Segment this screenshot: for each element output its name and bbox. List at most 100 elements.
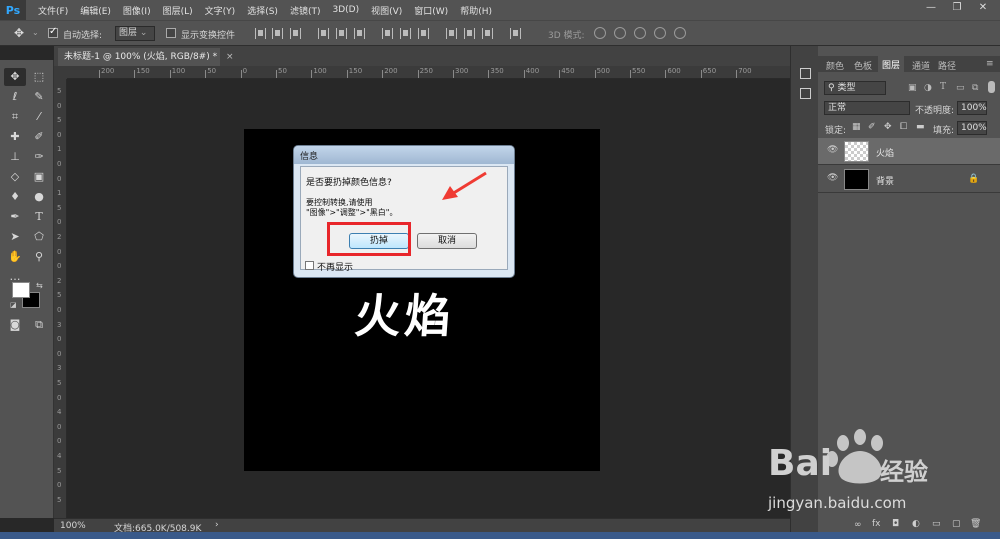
menu-view[interactable]: 视图(V) (371, 4, 402, 17)
blur-tool-icon[interactable]: ♦ (4, 188, 26, 206)
layer-name[interactable]: 火焰 (876, 146, 894, 159)
tab-channels[interactable]: 通道 (912, 59, 930, 72)
filter-adjustment-icon[interactable]: ◑ (924, 83, 932, 93)
menu-filter[interactable]: 滤镜(T) (290, 4, 321, 17)
show-transform-checkbox[interactable] (166, 28, 176, 38)
path-select-tool-icon[interactable]: ➤ (4, 228, 26, 246)
minimize-button[interactable]: — (922, 2, 940, 17)
blend-mode-dropdown[interactable]: 正常 (824, 101, 910, 115)
clone-stamp-tool-icon[interactable]: ⊥ (4, 148, 26, 166)
quick-select-tool-icon[interactable]: ✎ (28, 88, 50, 106)
hand-tool-icon[interactable]: ✋ (4, 248, 26, 266)
delete-layer-icon[interactable]: 🗑 (970, 519, 981, 529)
lock-all-icon[interactable]: ▬ (916, 122, 925, 132)
align-top-icon[interactable] (255, 28, 266, 39)
swap-colors-icon[interactable]: ⇆ (36, 281, 43, 290)
distribute-top-icon[interactable] (382, 28, 393, 39)
close-tab-icon[interactable]: × (226, 52, 234, 62)
menu-file[interactable]: 文件(F) (38, 4, 68, 17)
tool-preset-chevron-icon[interactable]: ⌄ (32, 28, 39, 37)
3d-roll-icon[interactable] (614, 27, 626, 39)
filter-toggle-icon[interactable] (988, 81, 995, 93)
tab-color[interactable]: 颜色 (826, 59, 844, 72)
distribute-left-icon[interactable] (446, 28, 457, 39)
distribute-hcenter-icon[interactable] (464, 28, 475, 39)
auto-select-dropdown[interactable]: 图层 ⌄ (115, 26, 155, 41)
maximize-button[interactable]: ❐ (948, 2, 966, 17)
menu-3d[interactable]: 3D(D) (332, 5, 359, 15)
layer-name[interactable]: 背景 (876, 174, 894, 187)
dont-show-again-checkbox[interactable] (305, 261, 314, 270)
fill-input[interactable]: 100% (957, 121, 987, 135)
history-panel-icon[interactable] (800, 88, 811, 99)
filter-pixel-icon[interactable]: ▣ (908, 83, 917, 93)
quick-mask-icon[interactable]: ◙ (4, 316, 26, 334)
healing-brush-tool-icon[interactable]: ✚ (4, 128, 26, 146)
vertical-ruler[interactable]: 5 0 5 0 1 0 0 1 5 0 2 0 0 2 5 0 3 0 0 3 5 0 4 0 0 4 5 0 5 (54, 79, 67, 518)
cancel-button[interactable]: 取消 (417, 233, 477, 249)
default-colors-icon[interactable]: ◪ (10, 301, 17, 309)
layer-row-fire[interactable]: 👁 火焰 (818, 138, 1000, 165)
menu-edit[interactable]: 编辑(E) (80, 4, 111, 17)
marquee-tool-icon[interactable]: ⬚ (28, 68, 50, 86)
visibility-eye-icon[interactable]: 👁 (827, 174, 838, 183)
fx-icon[interactable]: fx (872, 519, 881, 529)
menu-window[interactable]: 窗口(W) (414, 4, 448, 17)
distribute-vcenter-icon[interactable] (400, 28, 411, 39)
dodge-tool-icon[interactable]: ● (28, 188, 50, 206)
align-bottom-icon[interactable] (290, 28, 301, 39)
distribute-right-icon[interactable] (482, 28, 493, 39)
3d-pan-icon[interactable] (634, 27, 646, 39)
status-more-icon[interactable]: › (215, 520, 219, 530)
3d-scale-icon[interactable] (674, 27, 686, 39)
dialog-titlebar[interactable]: 信息 (294, 146, 514, 164)
pen-tool-icon[interactable]: ✒ (4, 208, 26, 226)
new-group-icon[interactable]: ▭ (932, 519, 941, 529)
3d-orbit-icon[interactable] (594, 27, 606, 39)
lock-artboard-icon[interactable]: ⧠ (900, 122, 907, 132)
lasso-tool-icon[interactable]: ℓ (4, 88, 26, 106)
brush-tool-icon[interactable]: ✐ (28, 128, 50, 146)
align-vcenter-icon[interactable] (272, 28, 283, 39)
horizontal-ruler[interactable]: 200 150 100 50 0 50 100 150 200 250 300 350 400 450 50… (67, 66, 790, 79)
3d-slide-icon[interactable] (654, 27, 666, 39)
auto-align-icon[interactable] (510, 28, 521, 39)
link-layers-icon[interactable]: ∞ (854, 520, 862, 530)
menu-layer[interactable]: 图层(L) (163, 4, 193, 17)
ruler-corner[interactable] (54, 66, 67, 79)
align-right-icon[interactable] (354, 28, 365, 39)
add-mask-icon[interactable]: ◘ (892, 519, 899, 529)
panel-menu-icon[interactable]: ≡ (986, 59, 994, 69)
new-layer-icon[interactable]: ▢ (952, 519, 961, 529)
adjustment-layer-icon[interactable]: ◐ (912, 519, 920, 529)
move-tool-icon[interactable]: ✥ (4, 68, 26, 86)
close-window-button[interactable]: ✕ (974, 2, 992, 17)
eyedropper-tool-icon[interactable]: ⁄ (28, 108, 50, 126)
type-tool-icon[interactable]: T (28, 208, 50, 226)
distribute-bottom-icon[interactable] (418, 28, 429, 39)
shape-tool-icon[interactable]: ⬠ (28, 228, 50, 246)
lock-image-icon[interactable]: ✐ (868, 122, 876, 132)
zoom-level[interactable]: 100% (60, 521, 86, 531)
foreground-color-swatch[interactable] (12, 282, 30, 298)
layer-row-background[interactable]: 👁 背景 🔒 (818, 166, 1000, 193)
screen-mode-icon[interactable]: ⧉ (28, 316, 50, 334)
filter-smart-icon[interactable]: ⧉ (972, 83, 978, 93)
visibility-eye-icon[interactable]: 👁 (827, 146, 838, 155)
opacity-input[interactable]: 100% (957, 101, 987, 115)
menu-select[interactable]: 选择(S) (247, 4, 278, 17)
eraser-tool-icon[interactable]: ◇ (4, 168, 26, 186)
filter-type-icon[interactable]: T (940, 82, 946, 92)
lock-transparent-icon[interactable]: ▦ (852, 122, 861, 132)
lock-position-icon[interactable]: ✥ (884, 122, 892, 132)
crop-tool-icon[interactable]: ⌗ (4, 108, 26, 126)
gradient-tool-icon[interactable]: ▣ (28, 168, 50, 186)
menu-help[interactable]: 帮助(H) (460, 4, 492, 17)
tab-swatches[interactable]: 色板 (854, 59, 872, 72)
menu-type[interactable]: 文字(Y) (205, 4, 236, 17)
properties-panel-icon[interactable] (800, 68, 811, 79)
move-tool-icon[interactable]: ✥ (14, 26, 24, 40)
layer-filter-dropdown[interactable]: ⚲ 类型 (824, 81, 886, 95)
filter-shape-icon[interactable]: ▭ (956, 83, 965, 93)
tab-layers[interactable]: 图层 (878, 56, 905, 72)
